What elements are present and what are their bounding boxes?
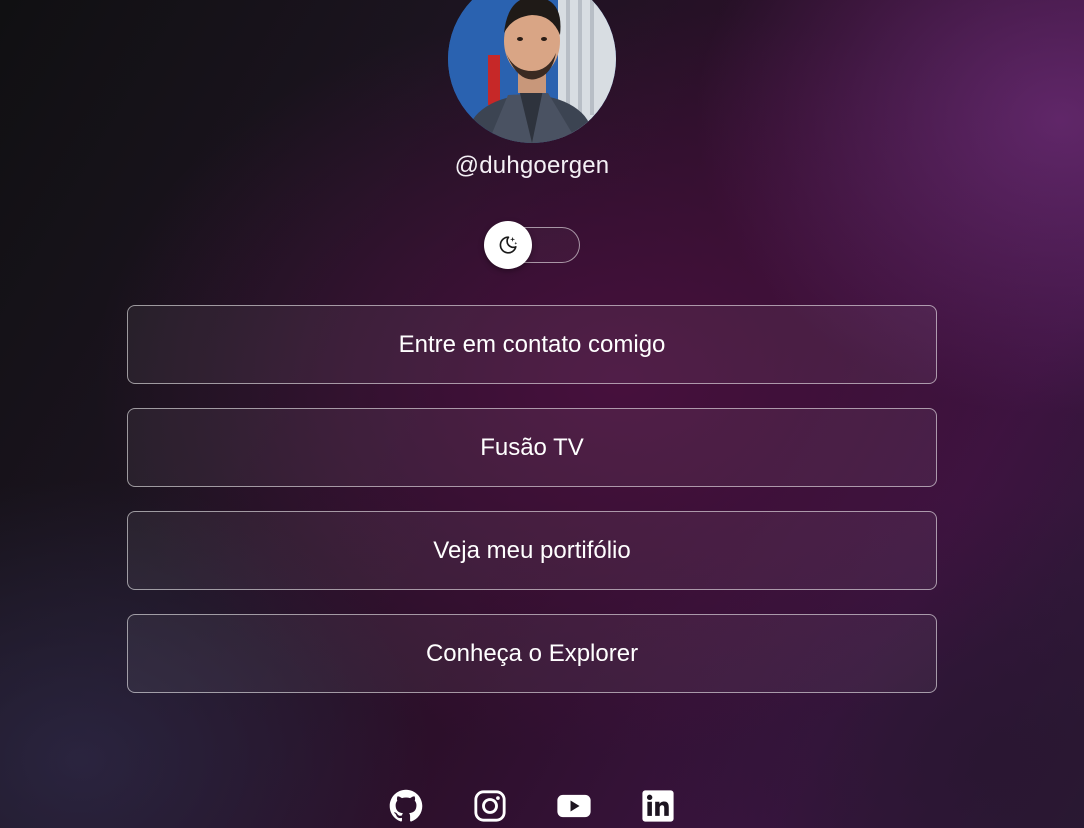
linkedin-link[interactable] [640, 788, 676, 824]
youtube-icon [557, 794, 591, 818]
github-icon [389, 789, 423, 822]
social-links [0, 788, 1064, 824]
link-portfolio-button[interactable]: Veja meu portifólio [127, 511, 937, 590]
moon-stars-icon [499, 236, 518, 254]
instagram-icon [474, 790, 506, 822]
link-fusao-tv-button[interactable]: Fusão TV [127, 408, 937, 487]
toggle-knob[interactable] [484, 221, 532, 269]
avatar [448, 0, 616, 143]
profile-handle: @duhgoergen [454, 152, 610, 179]
linkedin-icon [642, 790, 674, 822]
avatar-photo [448, 0, 616, 143]
link-explorer-button[interactable]: Conheça o Explorer [127, 614, 937, 693]
links-list: Entre em contato comigo Fusão TV Veja me… [127, 305, 937, 717]
link-contact-button[interactable]: Entre em contato comigo [127, 305, 937, 384]
youtube-link[interactable] [556, 788, 592, 824]
github-link[interactable] [388, 788, 424, 824]
theme-toggle[interactable] [484, 221, 580, 269]
instagram-link[interactable] [472, 788, 508, 824]
